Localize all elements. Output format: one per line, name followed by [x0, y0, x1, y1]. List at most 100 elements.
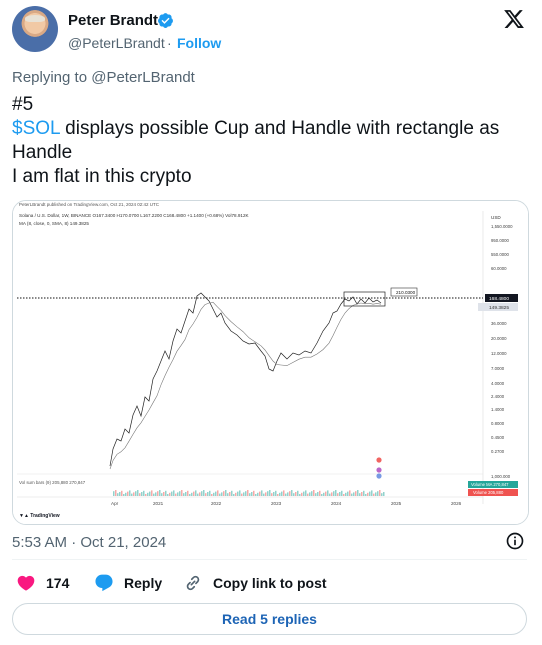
volume-bar: [261, 490, 263, 496]
volume-bar: [329, 493, 331, 496]
reply-bubble-icon: [95, 574, 113, 592]
copy-link-label: Copy link to post: [213, 575, 327, 591]
volume-ma-badge-label: Volume MA 270,847: [471, 482, 509, 487]
volume-bar: [163, 492, 165, 496]
volume-bar: [331, 492, 333, 496]
price-tick-label: 36.0000: [491, 321, 507, 326]
volume-bar: [237, 491, 239, 496]
author-name[interactable]: Peter Brandt: [68, 12, 158, 29]
volume-bar: [181, 490, 183, 496]
volume-bar: [265, 492, 267, 496]
volume-bar: [201, 491, 203, 496]
volume-bar: [197, 493, 199, 496]
volume-bar: [273, 492, 275, 496]
volume-bar: [369, 491, 371, 496]
volume-bar: [359, 493, 361, 496]
author-handle[interactable]: @PeterLBrandt: [68, 35, 165, 51]
price-tick-label: 2.4000: [491, 394, 505, 399]
volume-bar: [157, 491, 159, 496]
volume-bar: [239, 490, 241, 496]
volume-bar: [277, 494, 279, 496]
volume-bar: [283, 490, 285, 496]
volume-bar: [249, 493, 251, 496]
volume-bar: [219, 493, 221, 496]
volume-bar: [139, 493, 141, 496]
event-marker: [376, 467, 382, 473]
tweet-line-2-text: displays possible Cup and Handle with re…: [59, 118, 500, 139]
tweet-line-2: $SOL displays possible Cup and Handle wi…: [12, 117, 499, 141]
time-tick-label: Apr: [111, 501, 119, 506]
volume-bar: [333, 491, 335, 496]
x-logo-icon[interactable]: [503, 8, 525, 30]
volume-bar: [293, 493, 295, 496]
volume-bar: [129, 490, 131, 496]
volume-bar: [189, 494, 191, 496]
volume-bar: [113, 491, 115, 496]
volume-bar: [327, 490, 329, 496]
reply-label: Reply: [124, 575, 163, 591]
volume-bar: [145, 494, 147, 496]
volume-bar: [137, 490, 139, 496]
read-replies-button[interactable]: Read 5 replies: [12, 603, 527, 635]
link-icon: [186, 575, 200, 591]
volume-bar: [383, 492, 385, 496]
volume-bar: [235, 492, 237, 496]
volume-bar: [221, 492, 223, 496]
chart-image[interactable]: PeterLBrandt published on TradingView.co…: [12, 200, 529, 525]
volume-bar: [363, 490, 365, 496]
chart-ma-line: MA (8, close, 0, SMA, 8) 149.3825: [19, 221, 89, 226]
post-timestamp[interactable]: 5:53 AM · Oct 21, 2024: [12, 534, 166, 551]
tradingview-brand: ▼▲ TradingView: [19, 513, 60, 519]
volume-bar: [309, 492, 311, 496]
time-tick-label: 2026: [451, 501, 462, 506]
volume-bar: [253, 490, 255, 496]
price-badge-label: 168.4800: [489, 296, 509, 302]
volume-bar: [171, 491, 173, 496]
volume-bar: [191, 492, 193, 496]
cashtag-link[interactable]: $SOL: [12, 118, 60, 139]
volume-bar: [257, 492, 259, 496]
volume-bar: [337, 493, 339, 496]
time-tick-label: 2024: [331, 501, 342, 506]
replying-to[interactable]: Replying to @PeterLBrandt: [12, 69, 195, 86]
follow-button[interactable]: Follow: [177, 35, 221, 51]
price-tick-label: 20.0000: [491, 336, 507, 341]
copy-link-button[interactable]: Copy link to post: [183, 573, 327, 593]
price-tick-label: 60.0000: [491, 266, 507, 271]
volume-bar: [361, 492, 363, 496]
price-tick-label: 0.4500: [491, 435, 505, 440]
volume-bar: [377, 491, 379, 496]
volume-bar: [217, 490, 219, 496]
heart-icon: [17, 575, 35, 591]
volume-bar: [125, 492, 127, 496]
price-tick-label: 4.0000: [491, 381, 505, 386]
volume-bar: [295, 492, 297, 496]
volume-bar: [373, 493, 375, 496]
volume-bar: [317, 492, 319, 496]
volume-bar: [213, 492, 215, 496]
price-tick-label: 0.2700: [491, 449, 505, 454]
info-icon[interactable]: [505, 531, 525, 551]
volume-bar: [141, 492, 143, 496]
like-button[interactable]: 174: [16, 573, 69, 593]
reply-button[interactable]: Reply: [94, 573, 162, 593]
author-avatar[interactable]: [12, 6, 58, 52]
volume-bar: [173, 490, 175, 496]
volume-bar: [251, 492, 253, 496]
volume-bar: [211, 494, 213, 496]
volume-bar: [351, 493, 353, 496]
volume-bar: [177, 492, 179, 496]
volume-bar: [205, 493, 207, 496]
volume-bar: [155, 492, 157, 496]
price-tick-label: 950.0000: [491, 238, 510, 243]
price-tick-label: 1,550.0000: [491, 224, 513, 229]
volume-bar: [303, 491, 305, 496]
volume-bar: [183, 493, 185, 496]
verified-badge-icon: [158, 13, 173, 28]
volume-bar: [307, 493, 309, 496]
volume-bar: [207, 492, 209, 496]
volume-bar: [199, 492, 201, 496]
volume-bar: [131, 493, 133, 496]
volume-bar: [225, 490, 227, 496]
volume-badge-label: Volume 205,880: [473, 490, 504, 495]
